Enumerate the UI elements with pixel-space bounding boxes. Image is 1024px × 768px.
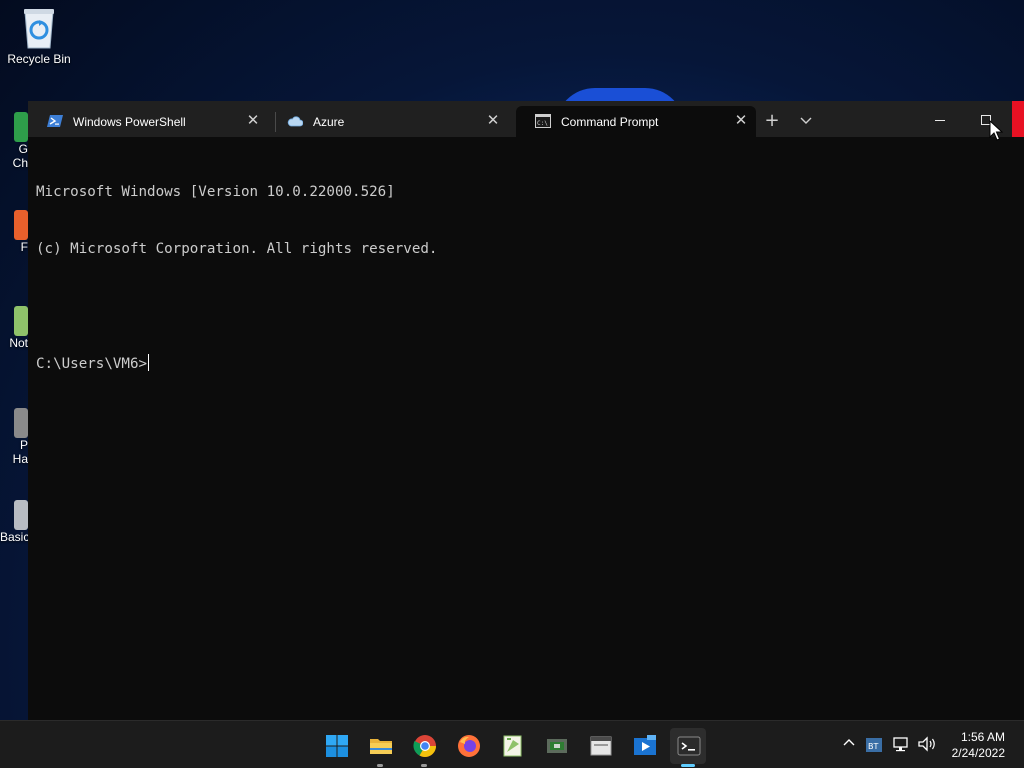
close-icon[interactable]: ✕ bbox=[732, 112, 750, 130]
taskbar-chrome[interactable] bbox=[406, 728, 442, 767]
close-icon[interactable]: ✕ bbox=[484, 112, 502, 130]
tab-dropdown-button[interactable] bbox=[792, 109, 820, 133]
bluetooth-tray-icon: BT bbox=[866, 738, 882, 752]
media-player-icon bbox=[634, 735, 656, 755]
taskbar-media-player[interactable] bbox=[626, 728, 662, 764]
basic-app-icon bbox=[14, 500, 28, 530]
clock-time: 1:56 AM bbox=[960, 730, 1005, 744]
chrome-icon bbox=[14, 112, 28, 142]
active-indicator bbox=[681, 764, 695, 767]
network-icon bbox=[893, 737, 908, 752]
console-line: Microsoft Windows [Version 10.0.22000.52… bbox=[36, 184, 395, 200]
folder-icon bbox=[370, 739, 392, 754]
tab-label: Windows PowerShell bbox=[73, 115, 186, 129]
cmd-icon: C:\ bbox=[535, 114, 551, 128]
desktop-icon-partial-program[interactable]: P Ha bbox=[0, 408, 28, 466]
taskbar-terminal[interactable] bbox=[670, 728, 706, 767]
terminal-titlebar[interactable]: Windows PowerShell ✕ Azure ✕ C:\ Command… bbox=[28, 101, 1024, 137]
desktop-icon-partial-chrome[interactable]: G Ch bbox=[0, 112, 28, 170]
running-indicator bbox=[377, 764, 383, 767]
notepad-icon bbox=[14, 306, 28, 336]
desktop-icon-label: G bbox=[18, 142, 28, 156]
close-icon[interactable]: ✕ bbox=[244, 112, 262, 130]
chevron-down-icon bbox=[800, 117, 812, 124]
taskbar-clock[interactable]: 1:56 AM 2/24/2022 bbox=[952, 729, 1005, 761]
desktop-icon-label: Not bbox=[9, 336, 28, 350]
text-caret bbox=[148, 354, 150, 371]
tray-overflow-button[interactable] bbox=[842, 736, 856, 751]
console-prompt-line: C:\Users\VM6> bbox=[36, 354, 437, 373]
desktop-icon-label: Basic bbox=[0, 530, 30, 544]
windows-logo-icon bbox=[326, 735, 348, 757]
tray-volume[interactable] bbox=[917, 736, 937, 756]
taskbar-start-button[interactable] bbox=[318, 728, 354, 764]
tab-label: Command Prompt bbox=[561, 115, 659, 129]
svg-text:C:\: C:\ bbox=[537, 120, 548, 127]
mouse-cursor-icon bbox=[989, 120, 1003, 141]
running-indicator bbox=[421, 764, 427, 767]
desktop-icon-label: Ha bbox=[12, 452, 28, 466]
taskbar-notepad-plus[interactable] bbox=[494, 728, 530, 764]
terminal-icon bbox=[677, 736, 701, 756]
notepad-icon bbox=[503, 735, 522, 757]
desktop-icon-partial-basic[interactable]: Basic bbox=[0, 500, 30, 544]
desktop-icon-label: F bbox=[20, 240, 28, 254]
minimize-icon bbox=[935, 120, 945, 121]
program-icon bbox=[14, 408, 28, 438]
taskbar-hardware-tool[interactable] bbox=[538, 728, 574, 764]
recycle-bin-icon bbox=[19, 6, 59, 50]
svg-text:BT: BT bbox=[868, 742, 878, 751]
chip-icon bbox=[547, 739, 567, 753]
taskbar-app-window[interactable] bbox=[582, 728, 618, 764]
new-tab-button[interactable]: + bbox=[758, 109, 786, 133]
console-line: (c) Microsoft Corporation. All rights re… bbox=[36, 241, 438, 257]
taskbar: BT 1:56 AM 2/24/2022 bbox=[0, 720, 1024, 768]
desktop-icon-partial-firefox[interactable]: F bbox=[0, 210, 28, 254]
tab-label: Azure bbox=[313, 115, 345, 129]
desktop-icon-label: P bbox=[19, 438, 28, 452]
tray-network[interactable] bbox=[892, 736, 910, 756]
desktop-icon-partial-notepad[interactable]: Not bbox=[0, 306, 28, 350]
clock-date: 2/24/2022 bbox=[951, 746, 1005, 760]
firefox-icon bbox=[14, 210, 28, 240]
desktop-icon-label: Ch bbox=[12, 156, 28, 170]
chevron-up-icon bbox=[843, 739, 855, 746]
window-app-icon bbox=[590, 736, 612, 756]
tray-bluetooth[interactable]: BT bbox=[865, 737, 883, 757]
tab-command-prompt[interactable]: C:\ Command Prompt ✕ bbox=[516, 106, 756, 137]
speaker-icon bbox=[918, 736, 935, 752]
tab-azure[interactable]: Azure ✕ bbox=[268, 106, 508, 137]
close-window-button[interactable] bbox=[1012, 101, 1024, 137]
tab-windows-powershell[interactable]: Windows PowerShell ✕ bbox=[28, 106, 268, 137]
taskbar-firefox[interactable] bbox=[450, 728, 486, 764]
minimize-button[interactable] bbox=[917, 107, 963, 135]
chrome-icon bbox=[413, 735, 436, 757]
desktop-icon-label: Recycle Bin bbox=[7, 52, 71, 66]
azure-cloud-icon bbox=[287, 114, 304, 128]
powershell-icon bbox=[47, 114, 63, 128]
console-output[interactable]: Microsoft Windows [Version 10.0.22000.52… bbox=[36, 145, 437, 411]
console-prompt: C:\Users\VM6> bbox=[36, 356, 148, 372]
taskbar-file-explorer[interactable] bbox=[362, 728, 398, 767]
desktop-icon-recycle-bin[interactable]: Recycle Bin bbox=[2, 6, 76, 66]
terminal-window: Windows PowerShell ✕ Azure ✕ C:\ Command… bbox=[28, 101, 1024, 720]
firefox-icon bbox=[458, 735, 480, 757]
